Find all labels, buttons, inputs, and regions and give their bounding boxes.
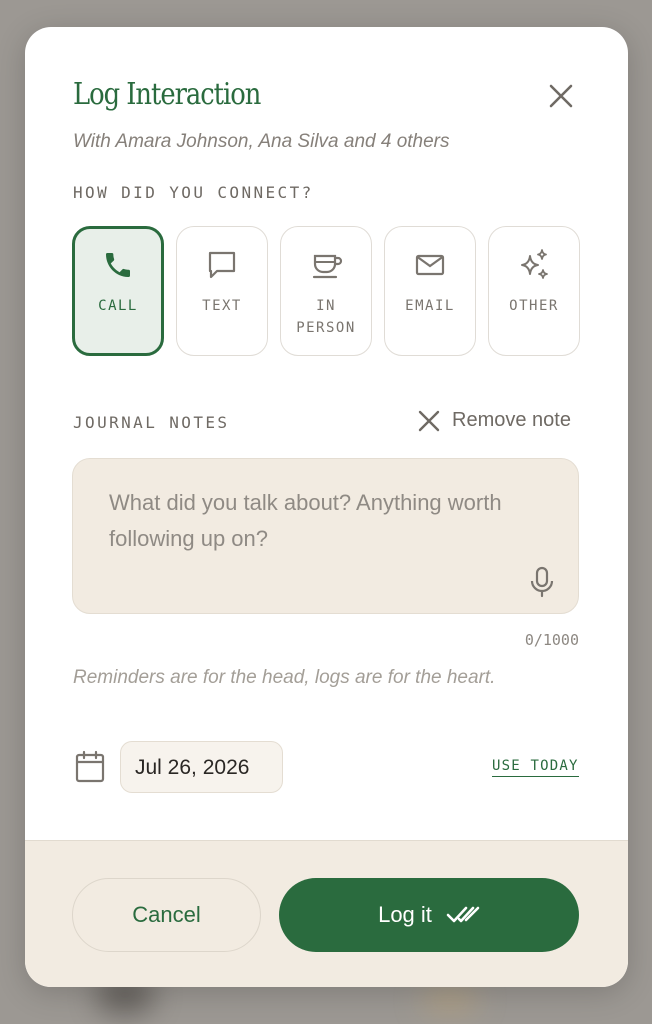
method-in-person-label: IN PERSON	[296, 298, 356, 336]
remove-note-button[interactable]: Remove note	[418, 409, 571, 432]
character-counter: 0/1000	[524, 631, 579, 649]
method-call-label: CALL	[98, 298, 138, 314]
double-check-icon	[446, 906, 480, 923]
connect-section-label: HOW DID YOU CONNECT?	[73, 183, 314, 202]
method-call-option[interactable]: CALL	[72, 226, 164, 356]
log-it-button[interactable]: Log it	[279, 878, 579, 952]
coffee-cup-icon	[308, 247, 344, 283]
remove-note-label: Remove note	[452, 409, 571, 431]
dialog-title: Log Interaction	[73, 77, 261, 112]
method-text-label: TEXT	[202, 298, 242, 314]
chat-bubble-icon	[204, 247, 240, 283]
microphone-button[interactable]	[529, 566, 555, 603]
cancel-button[interactable]: Cancel	[72, 878, 261, 952]
close-icon	[549, 84, 573, 108]
dialog-footer: Cancel Log it	[25, 840, 628, 987]
phone-icon	[100, 247, 136, 283]
dialog-subtitle: With Amara Johnson, Ana Silva and 4 othe…	[73, 131, 450, 152]
close-button[interactable]	[545, 80, 577, 112]
backdrop-blur	[420, 985, 480, 1015]
calendar-icon	[74, 750, 106, 789]
microphone-icon	[530, 566, 554, 598]
method-email-label: EMAIL	[405, 298, 455, 314]
journal-notes-input[interactable]	[73, 459, 578, 613]
sparkles-icon	[516, 247, 552, 283]
method-other-option[interactable]: OTHER	[488, 226, 580, 356]
method-email-option[interactable]: EMAIL	[384, 226, 476, 356]
date-input[interactable]: Jul 26, 2026	[120, 741, 283, 793]
log-it-button-label: Log it	[378, 902, 432, 927]
method-other-label: OTHER	[509, 298, 559, 314]
cancel-button-label: Cancel	[132, 902, 201, 927]
helper-quote: Reminders are for the head, logs are for…	[73, 667, 496, 688]
log-interaction-dialog: Log Interaction With Amara Johnson, Ana …	[25, 27, 628, 987]
notes-section-label: JOURNAL NOTES	[73, 413, 230, 432]
notes-field-container	[72, 458, 579, 614]
envelope-icon	[412, 247, 448, 283]
connect-method-group: CALL TEXT IN PERSON EMAIL OTHER	[72, 226, 580, 356]
method-in-person-option[interactable]: IN PERSON	[280, 226, 372, 356]
close-icon	[418, 410, 440, 431]
method-text-option[interactable]: TEXT	[176, 226, 268, 356]
use-today-link[interactable]: USE TODAY	[492, 758, 579, 777]
